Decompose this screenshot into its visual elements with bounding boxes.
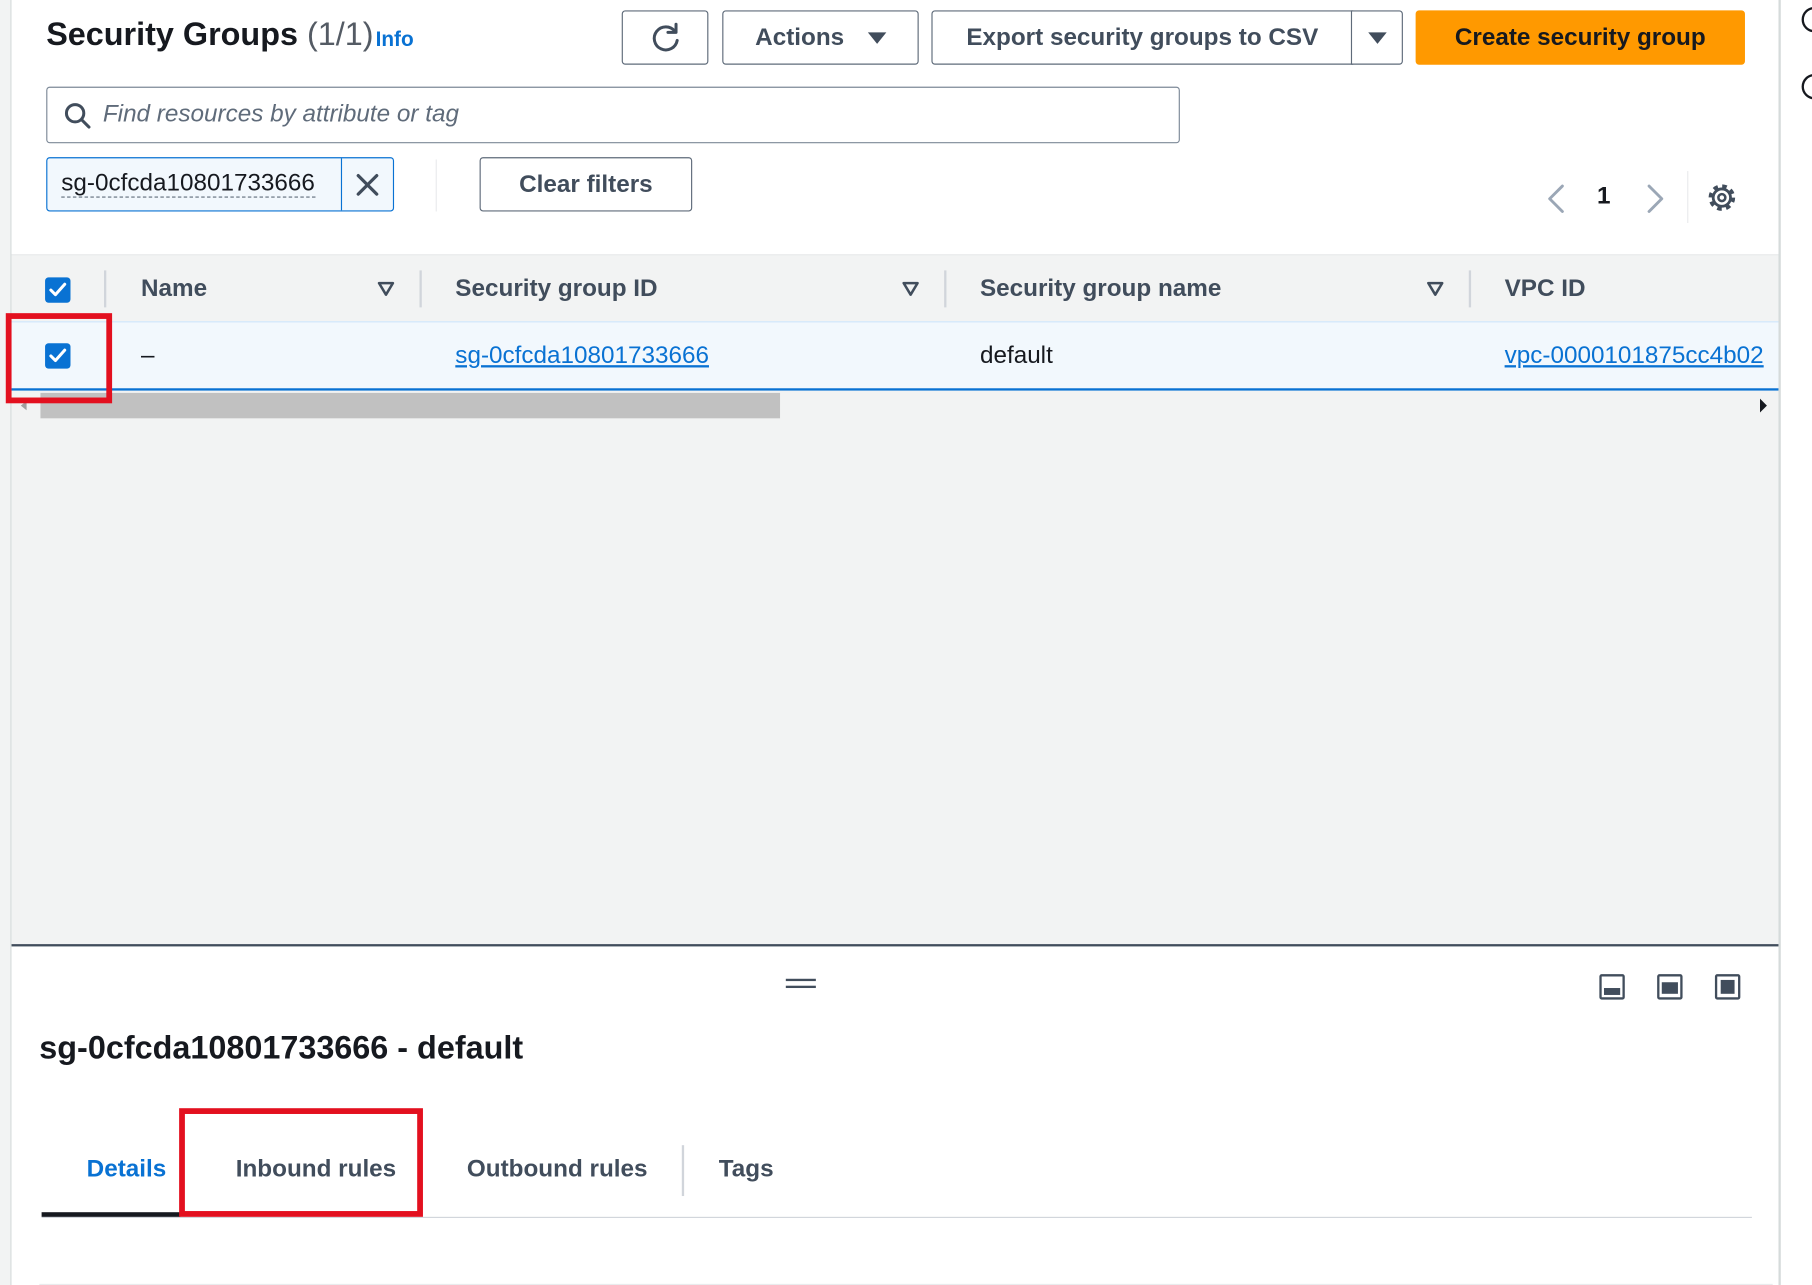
column-separator[interactable] [419,270,422,308]
cell-vpc-id-link[interactable]: vpc-0000101875cc4b02 [1505,322,1764,389]
next-page-button[interactable] [1641,183,1669,215]
previous-page-button[interactable] [1543,183,1571,215]
table-header: Name Security group ID Security group na… [11,254,1779,322]
column-header-security-group-id[interactable]: Security group ID [455,255,657,322]
search-bar[interactable] [46,86,1180,144]
tab-outbound-rules[interactable]: Outbound rules [467,1120,648,1218]
cell-security-group-name: default [979,342,1053,369]
sort-down-icon[interactable] [1426,281,1444,297]
tab-details[interactable]: Details [87,1120,167,1218]
tools-panel-icon[interactable] [1801,73,1812,100]
page-title-text: Security Groups [46,16,298,53]
sort-down-icon[interactable] [377,281,395,297]
search-icon [64,103,91,129]
info-link[interactable]: Info [376,28,414,52]
search-input[interactable] [102,97,1143,132]
table-row[interactable]: – sg-0cfcda10801733666 default vpc-00001… [11,321,1779,391]
export-options-dropdown[interactable] [1350,10,1403,65]
details-title: sg-0cfcda10801733666 - default [39,1029,524,1066]
pager-divider [1687,171,1689,224]
actions-label: Actions [755,23,845,51]
current-page[interactable]: 1 [1597,183,1611,211]
column-header-vpc-id[interactable]: VPC ID [1505,255,1586,322]
panel-bottom-icon[interactable] [1599,974,1625,1000]
close-icon [356,173,379,196]
annotation-highlight-inbound-rules [179,1108,423,1217]
tab-tags[interactable]: Tags [719,1120,774,1218]
column-separator[interactable] [1468,270,1472,308]
column-header-security-group-name[interactable]: Security group name [980,255,1221,322]
remove-filter-button[interactable] [341,158,393,211]
tab-separator [681,1145,684,1197]
sort-down-icon[interactable] [901,281,919,297]
scroll-right-arrow[interactable] [1759,398,1767,413]
filter-token-text[interactable]: sg-0cfcda10801733666 [47,158,341,210]
security-groups-page: Security Groups (1/1) Info Actions Expor… [0,0,1812,1285]
cell-name: – [140,342,155,369]
export-csv-button[interactable]: Export security groups to CSV [931,10,1354,65]
left-nav-edge [0,0,12,1285]
cell-security-group-id-link[interactable]: sg-0cfcda10801733666 [455,322,709,389]
refresh-button[interactable] [621,10,709,65]
create-security-group-button[interactable]: Create security group [1415,10,1745,65]
selection-count: (1/1) [306,16,374,53]
caret-down-icon [867,31,886,44]
security-groups-table: Name Security group ID Security group na… [11,254,1779,945]
page-header: Security Groups (1/1) Info Actions Expor… [11,0,1779,255]
select-all-checkbox[interactable] [45,277,71,303]
resize-handle[interactable] [785,978,816,989]
filter-token[interactable]: sg-0cfcda10801733666 [46,157,395,212]
right-tools-rail [1778,0,1812,1285]
page-title: Security Groups (1/1) [46,16,373,53]
checkmark-icon [49,282,67,297]
active-tab-indicator [41,1212,181,1217]
info-panel-icon[interactable] [1801,6,1812,33]
annotation-highlight-row-checkbox [5,313,113,404]
clear-filters-button[interactable]: Clear filters [479,157,693,212]
horizontal-scrollbar-thumb[interactable] [40,392,781,419]
column-separator [104,270,107,308]
gear-icon[interactable] [1706,181,1738,213]
panel-fullscreen-icon[interactable] [1714,974,1741,1000]
refresh-icon [652,22,679,51]
caret-down-icon [1367,31,1387,44]
panel-side-icon[interactable] [1657,974,1683,1000]
column-header-name[interactable]: Name [141,255,207,322]
actions-dropdown[interactable]: Actions [722,10,919,65]
filter-divider [435,159,437,212]
column-separator[interactable] [944,270,947,308]
